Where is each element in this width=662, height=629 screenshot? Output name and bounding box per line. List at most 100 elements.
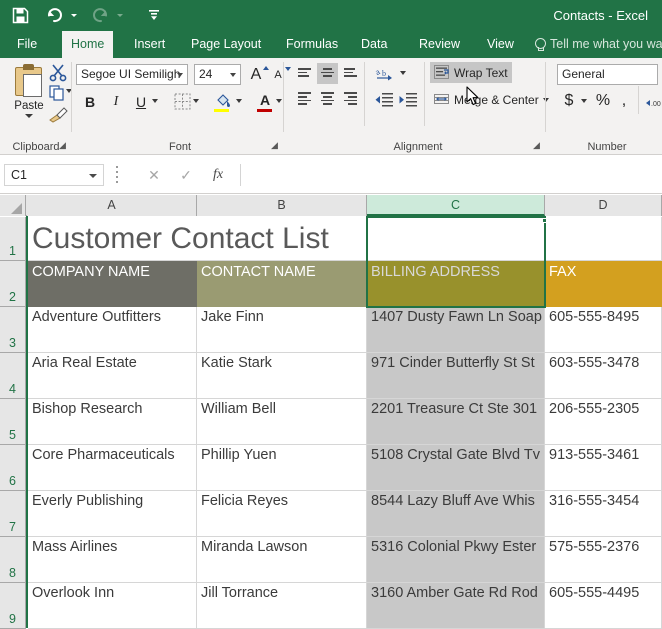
italic-button[interactable]: I — [104, 90, 128, 113]
cell-b4[interactable]: Katie Stark — [197, 353, 367, 399]
align-middle-button[interactable] — [317, 63, 338, 84]
row-header-1[interactable]: 1 — [0, 217, 26, 261]
cell-c5[interactable]: 2201 Treasure Ct Ste 301 — [367, 399, 545, 445]
align-top-button[interactable] — [294, 63, 315, 84]
cell-d7[interactable]: 316-555-3454 — [545, 491, 662, 537]
percent-format-button[interactable]: % — [594, 90, 612, 112]
cell-c4[interactable]: 971 Cinder Butterfly St St — [367, 353, 545, 399]
merge-center-dropdown-icon[interactable] — [543, 98, 549, 102]
alignment-dialog-launcher[interactable]: ◢ — [531, 140, 542, 151]
cell-d3[interactable]: 605-555-8495 — [545, 307, 662, 353]
row-header-8[interactable]: 8 — [0, 537, 26, 583]
tab-page-layout[interactable]: Page Layout — [182, 31, 270, 58]
tab-view[interactable]: View — [478, 31, 523, 58]
column-header-b[interactable]: B — [197, 195, 367, 216]
cell-b6[interactable]: Phillip Yuen — [197, 445, 367, 491]
cell-d1[interactable] — [545, 217, 662, 261]
bold-button[interactable]: B — [78, 90, 102, 113]
column-header-a[interactable]: A — [27, 195, 197, 216]
cell-c7[interactable]: 8544 Lazy Bluff Ave Whis — [367, 491, 545, 537]
number-format-input[interactable]: General — [557, 64, 658, 85]
cell-b8[interactable]: Miranda Lawson — [197, 537, 367, 583]
cancel-icon[interactable]: ✕ — [138, 164, 170, 186]
increase-indent-button[interactable] — [396, 89, 420, 110]
customize-qat-icon[interactable] — [140, 2, 168, 30]
row-header-6[interactable]: 6 — [0, 445, 26, 491]
cell-d8[interactable]: 575-555-2376 — [545, 537, 662, 583]
cut-button[interactable] — [48, 62, 70, 82]
decrease-font-size-button[interactable]: A — [266, 63, 290, 86]
cell-b5[interactable]: William Bell — [197, 399, 367, 445]
cell-c3[interactable]: 1407 Dusty Fawn Ln Soap — [367, 307, 545, 353]
tab-home[interactable]: Home — [62, 31, 113, 58]
cell-d5[interactable]: 206-555-2305 — [545, 399, 662, 445]
orientation-button[interactable]: a b — [372, 62, 398, 83]
cell-c9[interactable]: 3160 Amber Gate Rd Rod — [367, 583, 545, 629]
orientation-dropdown-icon[interactable] — [400, 71, 406, 75]
cell-a6[interactable]: Core Pharmaceuticals — [28, 445, 197, 491]
select-all-corner[interactable] — [0, 195, 26, 216]
decrease-indent-button[interactable] — [372, 89, 396, 110]
comma-format-button[interactable]: , — [616, 90, 632, 112]
cell-a8[interactable]: Mass Airlines — [28, 537, 197, 583]
undo-dropdown-icon[interactable] — [68, 2, 80, 30]
cell-d6[interactable]: 913-555-3461 — [545, 445, 662, 491]
column-header-d[interactable]: D — [545, 195, 662, 216]
row-header-7[interactable]: 7 — [0, 491, 26, 537]
cell-a3[interactable]: Adventure Outfitters — [28, 307, 197, 353]
font-color-dropdown-icon[interactable] — [276, 99, 282, 103]
fill-color-dropdown-icon[interactable] — [236, 99, 242, 103]
font-size-input[interactable]: 24 — [194, 64, 241, 85]
accounting-dropdown-icon[interactable] — [581, 99, 587, 103]
enter-icon[interactable]: ✓ — [170, 164, 202, 186]
name-box[interactable]: C1 — [4, 164, 104, 186]
tab-insert[interactable]: Insert — [125, 31, 174, 58]
cell-b9[interactable]: Jill Torrance — [197, 583, 367, 629]
font-dialog-launcher[interactable]: ◢ — [269, 140, 280, 151]
cell-a7[interactable]: Everly Publishing — [28, 491, 197, 537]
font-color-button[interactable]: A — [253, 88, 277, 111]
align-center-button[interactable] — [317, 89, 338, 110]
accounting-format-button[interactable]: $ — [560, 90, 578, 112]
merge-and-center-button[interactable]: Merge & Center — [430, 89, 543, 110]
cell-b2[interactable]: CONTACT NAME — [197, 261, 367, 307]
cell-a4[interactable]: Aria Real Estate — [28, 353, 197, 399]
cell-c6[interactable]: 5108 Crystal Gate Blvd Tv — [367, 445, 545, 491]
cell-d2[interactable]: FAX — [545, 261, 662, 307]
cell-d9[interactable]: 605-555-4495 — [545, 583, 662, 629]
name-box-dropdown-icon[interactable] — [89, 174, 97, 178]
fill-color-button[interactable] — [212, 88, 236, 111]
column-header-c[interactable]: C — [367, 195, 545, 216]
insert-function-icon[interactable]: fx — [202, 164, 234, 186]
row-header-5[interactable]: 5 — [0, 399, 26, 445]
row-header-9[interactable]: 9 — [0, 583, 26, 629]
paste-button[interactable]: Paste — [6, 62, 52, 134]
row-header-2[interactable]: 2 — [0, 261, 26, 307]
align-right-button[interactable] — [340, 89, 361, 110]
cell-b7[interactable]: Felicia Reyes — [197, 491, 367, 537]
cell-b3[interactable]: Jake Finn — [197, 307, 367, 353]
tab-review[interactable]: Review — [410, 31, 469, 58]
cell-a9[interactable]: Overlook Inn — [28, 583, 197, 629]
underline-button[interactable]: U — [129, 90, 153, 113]
cell-a2[interactable]: COMPANY NAME — [28, 261, 197, 307]
borders-button[interactable] — [170, 90, 194, 113]
align-left-button[interactable] — [294, 89, 315, 110]
save-icon[interactable] — [6, 2, 34, 30]
cell-a5[interactable]: Bishop Research — [28, 399, 197, 445]
fill-handle[interactable] — [542, 218, 547, 223]
cell-a1[interactable]: Customer Contact List — [28, 217, 367, 261]
underline-dropdown-icon[interactable] — [152, 99, 158, 103]
row-header-3[interactable]: 3 — [0, 307, 26, 353]
cell-c1[interactable] — [367, 217, 545, 261]
tab-file[interactable]: File — [8, 31, 46, 58]
row-header-4[interactable]: 4 — [0, 353, 26, 399]
decrease-decimal-button[interactable]: .00 — [644, 90, 662, 112]
font-name-input[interactable]: Segoe UI Semiligh — [76, 64, 188, 85]
tell-me-search[interactable]: Tell me what you wa — [534, 31, 662, 58]
copy-button[interactable] — [48, 84, 70, 104]
wrap-text-button[interactable]: Wrap Text — [430, 62, 512, 83]
tab-formulas[interactable]: Formulas — [277, 31, 347, 58]
cell-c8[interactable]: 5316 Colonial Pkwy Ester — [367, 537, 545, 583]
increase-font-size-button[interactable]: A — [244, 63, 268, 86]
